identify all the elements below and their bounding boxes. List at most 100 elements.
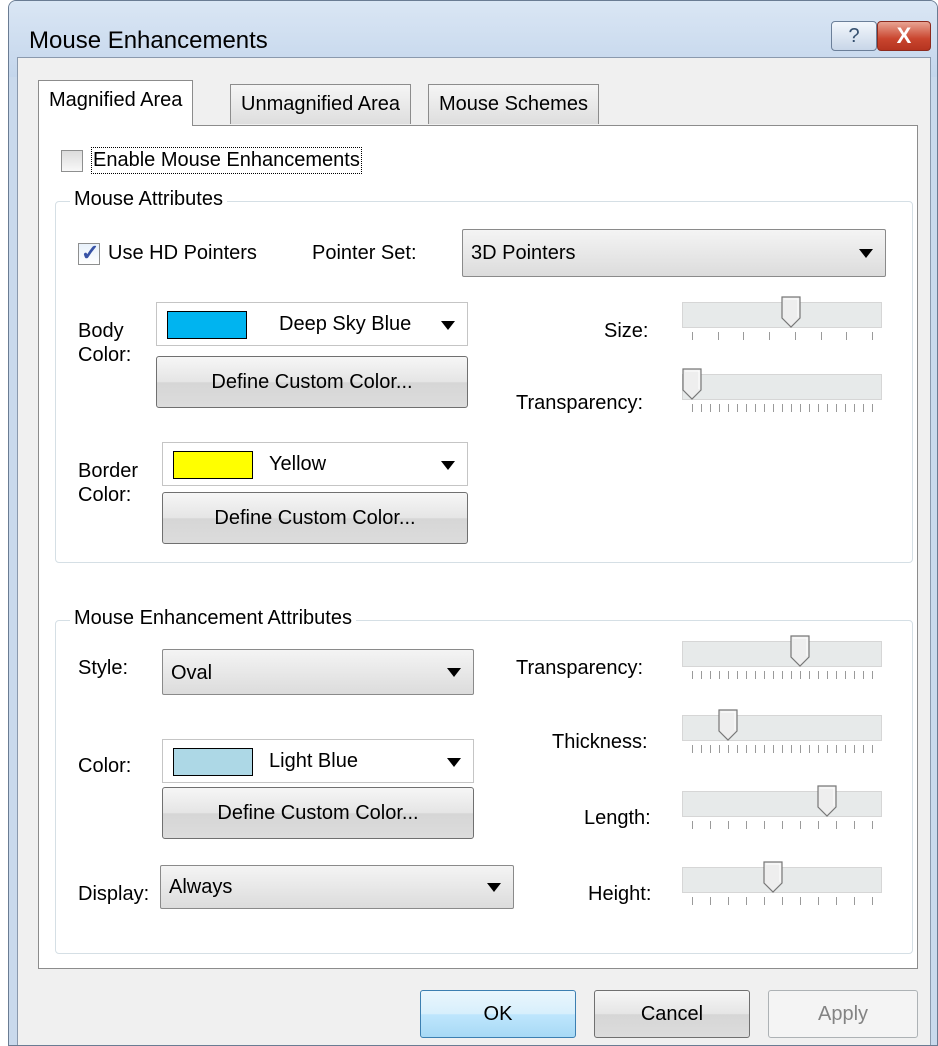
body-define-custom-color-button[interactable]: Define Custom Color... xyxy=(156,356,468,408)
slider-tick xyxy=(863,404,864,412)
slider-tick xyxy=(800,671,801,679)
slider-ticks xyxy=(692,897,873,909)
slider-thumb[interactable] xyxy=(763,861,783,893)
slider-tick xyxy=(820,332,822,340)
slider-tick xyxy=(872,671,873,679)
slider-ticks xyxy=(692,745,873,757)
slider-tick xyxy=(773,745,774,753)
checkmark-icon: ✓ xyxy=(81,240,100,265)
slider-tick xyxy=(710,897,711,905)
body-color-label-line1: Body xyxy=(78,320,124,342)
slider-tick xyxy=(863,671,864,679)
slider-tick xyxy=(854,745,855,753)
thickness-label: Thickness: xyxy=(552,731,648,753)
enable-mouse-enhancements-checkbox[interactable] xyxy=(61,150,83,172)
style-dropdown[interactable]: Oval xyxy=(162,649,474,695)
slider-tick xyxy=(737,404,738,412)
slider-tick xyxy=(719,404,720,412)
pointer-transparency-slider[interactable] xyxy=(682,368,882,424)
pointer-set-dropdown[interactable]: 3D Pointers xyxy=(462,229,886,277)
slider-tick xyxy=(836,404,837,412)
pointer-set-label: Pointer Set: xyxy=(312,242,417,264)
slider-tick xyxy=(818,821,819,829)
slider-tick xyxy=(710,745,711,753)
pointer-set-value: 3D Pointers xyxy=(471,242,576,264)
slider-tick xyxy=(728,897,729,905)
slider-tick xyxy=(710,821,711,829)
slider-tick xyxy=(836,745,837,753)
slider-tick xyxy=(692,332,693,340)
size-slider[interactable] xyxy=(682,296,882,352)
cancel-button[interactable]: Cancel xyxy=(594,990,750,1038)
slider-tick xyxy=(800,745,801,753)
slider-tick xyxy=(728,745,729,753)
help-button[interactable]: ? xyxy=(831,21,877,51)
slider-tick xyxy=(746,821,747,829)
slider-thumb[interactable] xyxy=(781,296,801,328)
slider-tick xyxy=(809,671,810,679)
slider-tick xyxy=(755,671,756,679)
slider-ticks xyxy=(692,404,873,416)
chevron-down-icon xyxy=(447,758,461,767)
slider-thumb[interactable] xyxy=(718,709,738,741)
dialog-window: Mouse Enhancements ? X Magnified Area Un… xyxy=(8,0,938,1046)
enhancement-color-dropdown[interactable]: Light Blue xyxy=(162,739,474,783)
tab-page-magnified-area: Enable Mouse Enhancements Mouse Attribut… xyxy=(38,125,918,969)
slider-tick xyxy=(737,671,738,679)
slider-tick xyxy=(764,897,765,905)
display-dropdown[interactable]: Always xyxy=(160,865,514,909)
length-slider[interactable] xyxy=(682,785,882,841)
slider-track xyxy=(682,374,882,400)
slider-thumb[interactable] xyxy=(682,368,702,400)
slider-tick xyxy=(743,332,745,340)
slider-tick xyxy=(764,745,765,753)
slider-tick xyxy=(872,821,873,829)
slider-tick xyxy=(764,671,765,679)
border-define-custom-color-button[interactable]: Define Custom Color... xyxy=(162,492,468,544)
slider-tick xyxy=(827,745,828,753)
slider-tick xyxy=(854,671,855,679)
border-color-dropdown[interactable]: Yellow xyxy=(162,442,468,486)
chevron-down-icon xyxy=(447,668,461,677)
enable-mouse-enhancements-label[interactable]: Enable Mouse Enhancements xyxy=(91,147,362,174)
slider-tick xyxy=(746,745,747,753)
slider-tick xyxy=(692,897,693,905)
apply-button[interactable]: Apply xyxy=(768,990,918,1038)
size-label: Size: xyxy=(604,320,649,342)
thickness-slider[interactable] xyxy=(682,709,882,765)
slider-ticks xyxy=(692,671,873,683)
slider-tick xyxy=(764,404,765,412)
enhancement-define-custom-color-button[interactable]: Define Custom Color... xyxy=(162,787,474,839)
slider-thumb[interactable] xyxy=(817,785,837,817)
chevron-down-icon xyxy=(859,249,873,258)
ok-button[interactable]: OK xyxy=(420,990,576,1038)
window-title: Mouse Enhancements xyxy=(29,27,268,54)
body-color-dropdown[interactable]: Deep Sky Blue xyxy=(156,302,468,346)
body-color-label-line2: Color: xyxy=(78,344,132,366)
enhancement-transparency-slider[interactable] xyxy=(682,635,882,691)
use-hd-pointers-label[interactable]: Use HD Pointers xyxy=(108,242,257,265)
display-label: Display: xyxy=(78,883,150,905)
use-hd-pointers-checkbox[interactable]: ✓ xyxy=(78,240,100,265)
slider-tick xyxy=(827,404,828,412)
tab-unmagnified-area[interactable]: Unmagnified Area xyxy=(230,84,411,124)
close-button[interactable]: X xyxy=(877,21,931,51)
slider-tick xyxy=(728,671,729,679)
tab-mouse-schemes[interactable]: Mouse Schemes xyxy=(428,84,599,124)
slider-tick xyxy=(746,671,747,679)
slider-tick xyxy=(719,745,720,753)
style-value: Oval xyxy=(171,662,213,684)
slider-tick xyxy=(701,404,702,412)
slider-tick xyxy=(692,671,693,679)
slider-tick xyxy=(791,404,792,412)
slider-tick xyxy=(710,671,711,679)
slider-tick xyxy=(800,821,801,829)
slider-thumb[interactable] xyxy=(790,635,810,667)
slider-tick xyxy=(800,404,801,412)
tab-magnified-area[interactable]: Magnified Area xyxy=(38,80,194,126)
slider-ticks xyxy=(692,821,873,833)
slider-tick xyxy=(728,404,729,412)
slider-tick xyxy=(872,897,873,905)
chevron-down-icon xyxy=(441,321,455,330)
height-slider[interactable] xyxy=(682,861,882,917)
